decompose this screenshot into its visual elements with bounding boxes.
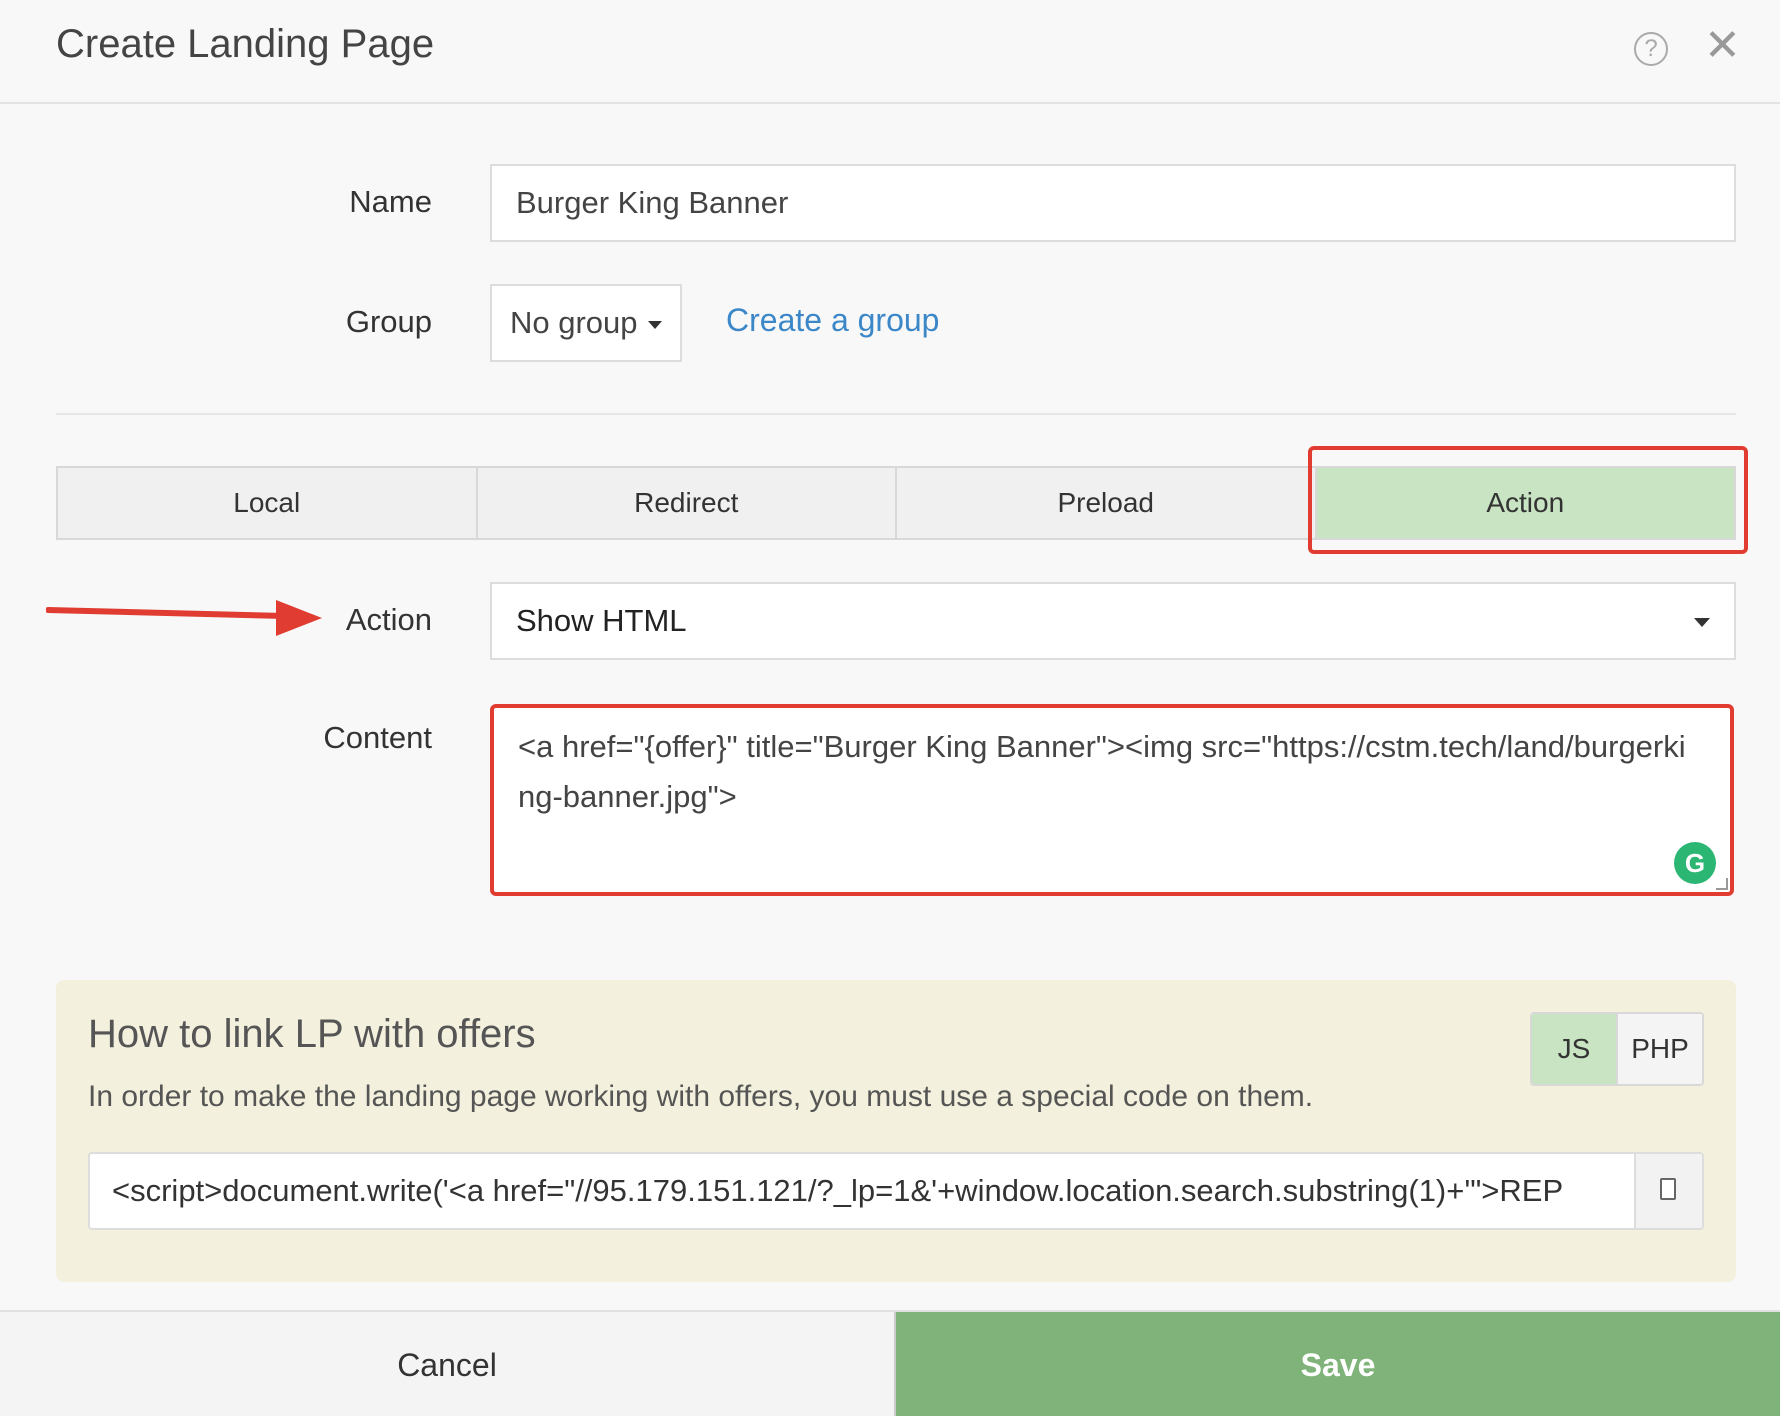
save-button[interactable]: Save	[896, 1312, 1780, 1416]
section-divider	[56, 413, 1736, 415]
caret-down-icon	[1694, 618, 1710, 627]
info-panel: How to link LP with offers JS PHP In ord…	[56, 980, 1736, 1282]
group-select-value: No group	[510, 305, 638, 340]
copy-icon	[1656, 1174, 1676, 1200]
content-label: Content	[323, 720, 432, 755]
cancel-button[interactable]: Cancel	[0, 1312, 896, 1416]
copy-button[interactable]	[1634, 1154, 1702, 1228]
type-tabs: Local Redirect Preload Action	[56, 466, 1736, 540]
info-description: In order to make the landing page workin…	[88, 1080, 1314, 1113]
code-snippet-text: <script>document.write('<a href="//95.17…	[112, 1173, 1564, 1208]
tab-redirect[interactable]: Redirect	[478, 468, 897, 538]
group-select[interactable]: No group	[490, 284, 682, 362]
group-label: Group	[345, 304, 432, 339]
modal-header: Create Landing Page ? ✕	[0, 0, 1780, 104]
close-icon[interactable]: ✕	[1704, 24, 1741, 68]
code-language-toggle: JS PHP	[1530, 1012, 1704, 1086]
info-title: How to link LP with offers	[88, 1012, 536, 1056]
create-landing-page-modal: Create Landing Page ? ✕ Name Burger King…	[0, 0, 1780, 1416]
content-textarea[interactable]: <a href="{offer}" title="Burger King Ban…	[490, 704, 1734, 896]
action-select[interactable]: Show HTML	[490, 582, 1736, 660]
tab-preload[interactable]: Preload	[897, 468, 1317, 538]
tab-action[interactable]: Action	[1316, 468, 1734, 538]
toggle-js[interactable]: JS	[1532, 1014, 1618, 1084]
name-label: Name	[349, 184, 432, 219]
modal-footer: Cancel Save	[0, 1310, 1780, 1416]
resize-handle-icon[interactable]	[1716, 878, 1728, 890]
question-circle-icon[interactable]: ?	[1634, 32, 1668, 66]
action-label: Action	[345, 602, 432, 637]
tab-local[interactable]: Local	[58, 468, 478, 538]
modal-title: Create Landing Page	[56, 22, 435, 66]
content-text: <a href="{offer}" title="Burger King Ban…	[518, 729, 1686, 814]
grammarly-icon[interactable]: G	[1674, 842, 1716, 884]
toggle-php[interactable]: PHP	[1618, 1014, 1702, 1084]
name-input[interactable]: Burger King Banner	[490, 164, 1736, 242]
create-group-link[interactable]: Create a group	[726, 302, 939, 339]
action-select-value: Show HTML	[516, 603, 687, 638]
code-snippet-field[interactable]: <script>document.write('<a href="//95.17…	[88, 1152, 1704, 1230]
caret-down-icon	[647, 320, 662, 329]
